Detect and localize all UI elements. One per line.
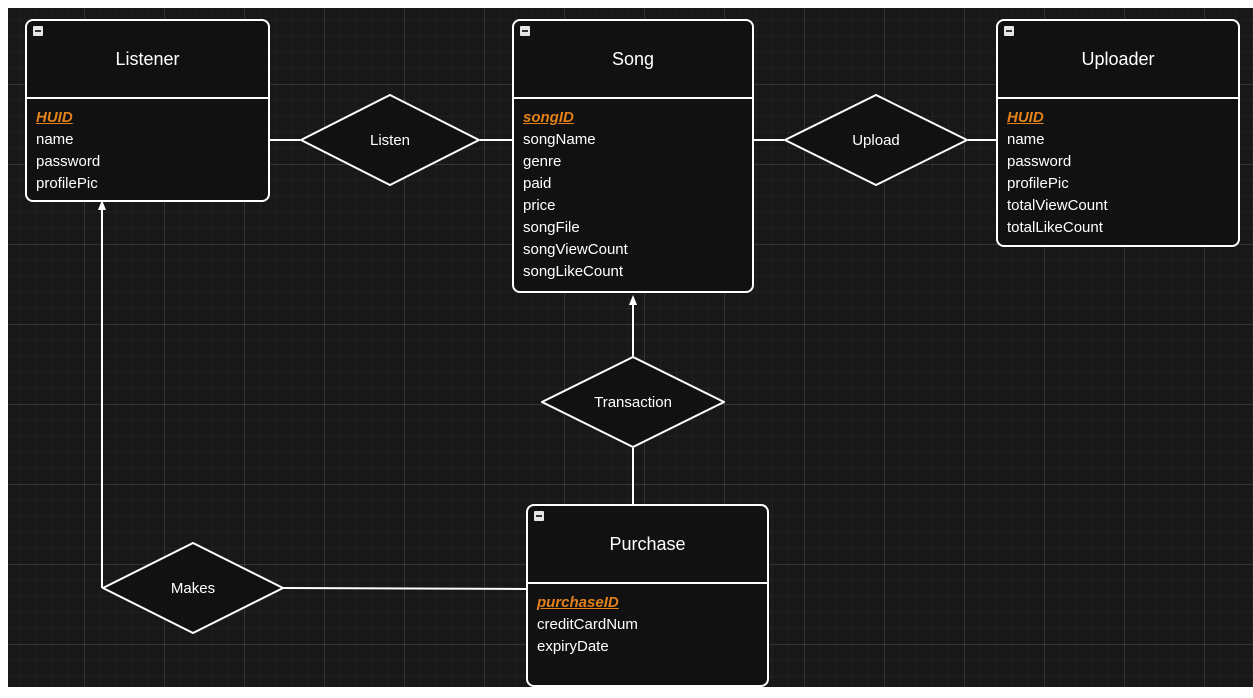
- connector-makes-purchase[interactable]: [282, 587, 527, 590]
- relationship-upload[interactable]: Upload: [784, 94, 968, 186]
- attribute: profilePic: [36, 175, 98, 192]
- primary-key: HUID: [36, 109, 73, 126]
- attribute: expiryDate: [537, 638, 609, 655]
- entity-title: Uploader: [998, 21, 1238, 99]
- entity-purchase[interactable]: Purchase purchaseID creditCardNum expiry…: [526, 504, 769, 687]
- entity-title: Song: [514, 21, 752, 99]
- attribute: songViewCount: [523, 241, 628, 258]
- attribute: password: [1007, 153, 1072, 170]
- collapse-icon[interactable]: [33, 26, 43, 36]
- attribute-list: HUID name password profilePic: [27, 99, 268, 195]
- collapse-icon[interactable]: [520, 26, 530, 36]
- collapse-icon[interactable]: [534, 511, 544, 521]
- attribute: songLikeCount: [523, 263, 624, 280]
- diagram-canvas[interactable]: Listener HUID name password profilePic S…: [8, 8, 1253, 687]
- attribute: name: [36, 131, 74, 148]
- entity-uploader[interactable]: Uploader HUID name password profilePic t…: [996, 19, 1240, 247]
- relationship-label: Makes: [170, 579, 216, 597]
- attribute: genre: [523, 153, 562, 170]
- attribute: totalLikeCount: [1007, 219, 1103, 236]
- attribute-list: HUID name password profilePic totalViewC…: [998, 99, 1238, 239]
- entity-title: Listener: [27, 21, 268, 99]
- collapse-icon[interactable]: [1004, 26, 1014, 36]
- primary-key: HUID: [1007, 109, 1044, 126]
- entity-listener[interactable]: Listener HUID name password profilePic: [25, 19, 270, 202]
- attribute: profilePic: [1007, 175, 1069, 192]
- primary-key: songID: [523, 109, 574, 126]
- attribute: paid: [523, 175, 552, 192]
- attribute-list: songID songName genre paid price songFil…: [514, 99, 752, 283]
- relationship-label: Listen: [369, 131, 411, 149]
- entity-title: Purchase: [528, 506, 767, 584]
- attribute: creditCardNum: [537, 616, 638, 633]
- attribute-list: purchaseID creditCardNum expiryDate: [528, 584, 767, 658]
- relationship-makes[interactable]: Makes: [102, 542, 284, 634]
- attribute: songFile: [523, 219, 580, 236]
- entity-song[interactable]: Song songID songName genre paid price so…: [512, 19, 754, 293]
- relationship-transaction[interactable]: Transaction: [541, 356, 725, 448]
- attribute: price: [523, 197, 556, 214]
- attribute: name: [1007, 131, 1045, 148]
- relationship-label: Transaction: [594, 393, 672, 411]
- relationship-listen[interactable]: Listen: [300, 94, 480, 186]
- primary-key: purchaseID: [537, 594, 619, 611]
- relationship-label: Upload: [852, 131, 900, 149]
- attribute: totalViewCount: [1007, 197, 1108, 214]
- attribute: password: [36, 153, 101, 170]
- attribute: songName: [523, 131, 596, 148]
